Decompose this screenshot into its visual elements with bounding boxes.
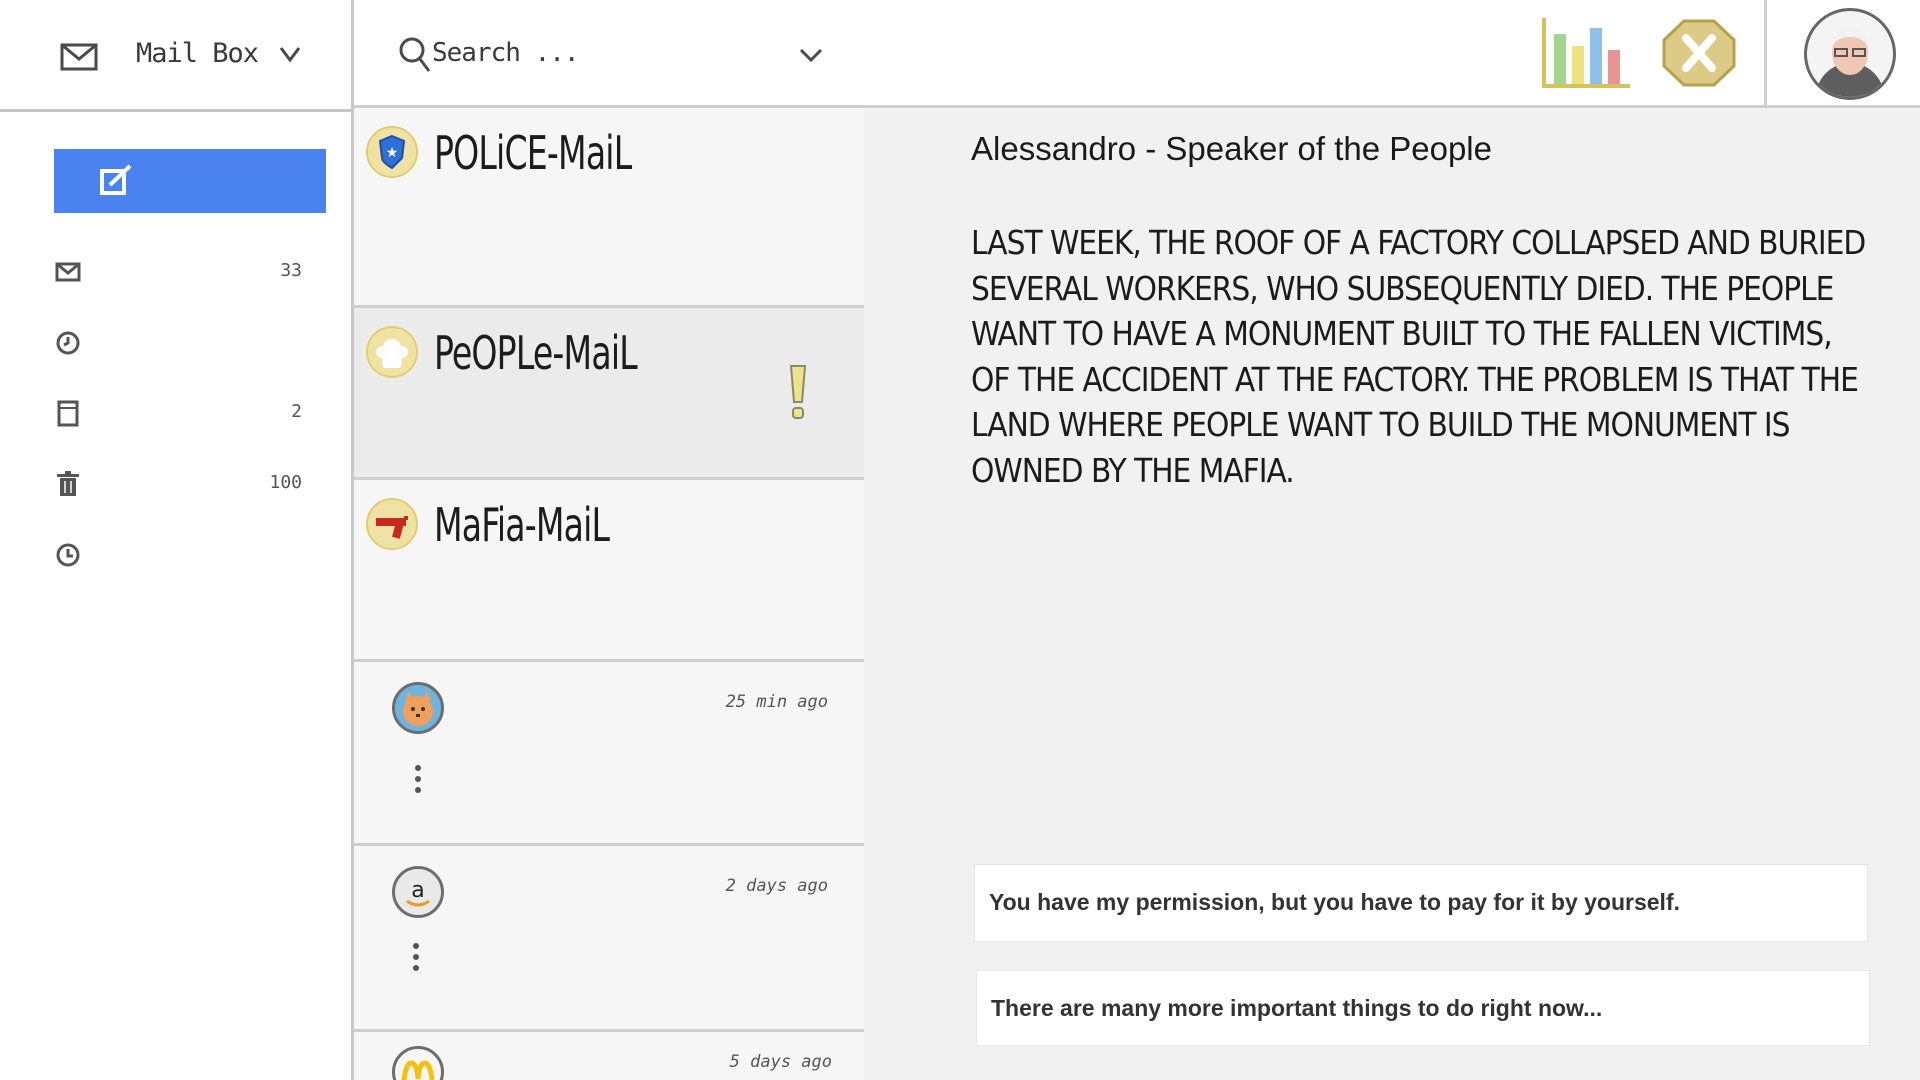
inbox-count: 33 — [280, 260, 302, 281]
category-label: POLiCE-MaiL — [434, 126, 632, 180]
bar-chart-icon[interactable] — [1540, 16, 1632, 92]
reply-text: There are many more important things to … — [991, 995, 1603, 1021]
email-sender: Alessandro - Speaker of the People — [971, 130, 1492, 167]
search-input[interactable]: Search ... — [432, 38, 580, 68]
reply-option-2[interactable]: There are many more important things to … — [976, 970, 1870, 1046]
reply-option-1[interactable]: You have my permission, but you have to … — [974, 864, 1868, 942]
history-icon — [56, 543, 80, 567]
category-label: PeOPLe-MaiL — [434, 326, 638, 380]
inbox-icon — [55, 262, 81, 282]
compose-button[interactable] — [54, 149, 326, 213]
profile-avatar[interactable] — [1804, 8, 1896, 100]
search-icon — [399, 37, 431, 72]
category-people-mail[interactable]: PeOPLe-MaiL — [354, 308, 864, 480]
people-badge-icon — [366, 326, 418, 378]
exclamation-icon — [789, 365, 807, 419]
category-police-mail[interactable]: ★ POLiCE-MaiL — [354, 108, 864, 308]
trash-icon — [57, 471, 79, 496]
cat-avatar-icon — [392, 682, 444, 734]
amazon-avatar-icon: a — [392, 866, 444, 918]
close-icon[interactable] — [1662, 18, 1736, 88]
folder-inbox[interactable]: 33 — [54, 252, 314, 292]
clock-icon — [56, 331, 80, 355]
reply-text: You have my permission, but you have to … — [989, 889, 1680, 915]
folder-history[interactable] — [54, 535, 314, 575]
folder-saved[interactable]: 2 — [54, 393, 314, 433]
mail-list: Search ... ★ POLiCE-MaiL PeOPLe-MaiL MaF… — [354, 0, 864, 1080]
message-time: 5 days ago — [729, 1052, 832, 1072]
message-row[interactable]: 5 days ago — [354, 1032, 864, 1080]
more-vertical-icon[interactable] — [412, 942, 420, 972]
mailbox-selector[interactable]: Mail Box — [0, 0, 354, 112]
mail-icon — [60, 43, 98, 71]
divider — [1764, 0, 1767, 108]
svg-text:★: ★ — [386, 145, 399, 161]
mailbox-label: Mail Box — [136, 38, 259, 69]
sidebar: Mail Box 33 2 100 — [0, 0, 354, 1080]
message-row[interactable]: 25 min ago — [354, 662, 864, 846]
category-label: MaFia-MaiL — [434, 498, 610, 552]
message-time: 2 days ago — [725, 876, 828, 896]
email-body: Last week, the roof of a factory collaps… — [971, 223, 1866, 490]
chevron-down-icon[interactable] — [798, 46, 824, 64]
document-icon — [57, 400, 79, 427]
police-badge-icon: ★ — [366, 126, 418, 178]
more-vertical-icon[interactable] — [414, 764, 422, 794]
trash-count: 100 — [269, 472, 302, 493]
saved-count: 2 — [291, 401, 302, 422]
chevron-down-icon[interactable] — [278, 44, 302, 64]
category-mafia-mail[interactable]: MaFia-MaiL — [354, 480, 864, 662]
folder-trash[interactable]: 100 — [54, 464, 314, 504]
message-row[interactable]: a 2 days ago — [354, 846, 864, 1032]
mail-app: Mail Box 33 2 100 Search ... ★ POLiCE-Ma… — [0, 0, 1920, 1080]
mcdonalds-avatar-icon — [392, 1046, 444, 1080]
search-bar[interactable]: Search ... — [354, 0, 864, 108]
folder-recent[interactable] — [54, 323, 314, 363]
compose-icon — [100, 164, 132, 195]
message-time: 25 min ago — [725, 692, 828, 712]
top-toolbar — [864, 0, 1920, 108]
svg-text:a: a — [411, 878, 424, 903]
gun-badge-icon — [366, 498, 418, 550]
